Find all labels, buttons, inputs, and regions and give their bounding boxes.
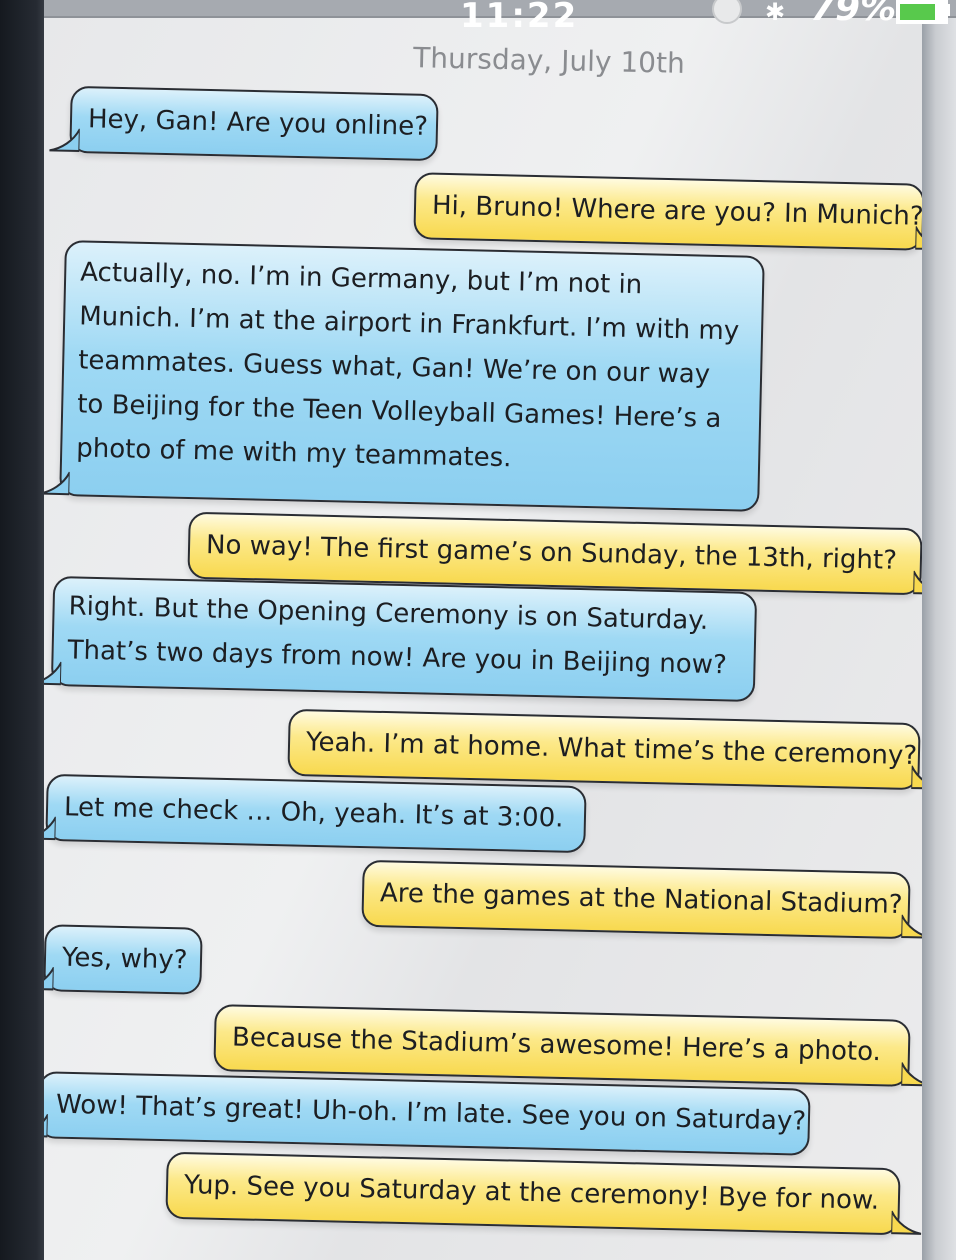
message-text: Are the games at the National Stadium? <box>379 878 903 921</box>
bubble-tail <box>891 1209 922 1236</box>
bluetooth-icon: ✱ <box>765 0 786 26</box>
message-text: Yes, why? <box>61 942 188 976</box>
message-bubble-incoming[interactable]: Hey, Gan! Are you online? <box>49 85 439 162</box>
conversation-date: Thursday, July 10th <box>412 41 686 80</box>
message-text: Hey, Gan! Are you online? <box>87 104 429 142</box>
phone-bezel-left <box>0 0 46 1260</box>
bubble-tail <box>44 814 56 841</box>
battery-level-fill <box>900 4 935 20</box>
message-text: Actually, no. I’m in Germany, but I’m no… <box>75 257 740 474</box>
battery-icon <box>896 0 948 24</box>
message-text: No way! The first game’s on Sunday, the … <box>205 530 898 576</box>
message-text: Yeah. I’m at home. What time’s the cerem… <box>305 727 918 772</box>
battery-tip <box>944 4 950 16</box>
phone-bezel-right <box>922 0 956 1260</box>
messages-screen: Thursday, July 10th Hey, Gan! Are you on… <box>44 0 924 1260</box>
bubble-tail <box>44 965 54 992</box>
battery-percent: 79% <box>810 0 897 29</box>
message-text: Hi, Bruno! Where are you? In Munich? <box>431 190 924 232</box>
message-bubble-incoming[interactable]: Wow! That’s great! Uh-oh. I’m late. See … <box>44 1071 811 1156</box>
message-text: Right. But the Opening Ceremony is on Sa… <box>67 591 728 681</box>
message-bubble-incoming[interactable]: Actually, no. I’m in Germany, but I’m no… <box>44 240 765 512</box>
message-bubble-incoming[interactable]: Let me check … Oh, yeah. It’s at 3:00. <box>44 773 587 854</box>
message-bubble-outgoing[interactable]: Hi, Bruno! Where are you? In Munich? <box>413 172 924 251</box>
bubble-tail <box>44 470 70 497</box>
message-text: Because the Stadium’s awesome! Here’s a … <box>231 1022 882 1068</box>
bubble-tail <box>901 913 924 940</box>
message-bubble-outgoing[interactable]: Yeah. I’m at home. What time’s the cerem… <box>287 708 924 791</box>
message-bubble-outgoing[interactable]: Are the games at the National Stadium? <box>361 859 924 940</box>
message-text: Wow! That’s great! Uh-oh. I’m late. See … <box>55 1089 807 1137</box>
bubble-tail <box>44 1112 48 1139</box>
message-bubble-outgoing[interactable]: Yup. See you Saturday at the ceremony! B… <box>165 1151 922 1236</box>
message-bubble-incoming[interactable]: Yes, why? <box>44 924 203 995</box>
status-time: 11:22 <box>460 0 579 36</box>
bubble-tail <box>49 126 80 153</box>
message-text: Let me check … Oh, yeah. It’s at 3:00. <box>63 792 564 834</box>
bubble-tail <box>44 660 62 687</box>
message-bubble-incoming[interactable]: Right. But the Opening Ceremony is on Sa… <box>44 576 758 702</box>
message-bubble-outgoing[interactable]: Because the Stadium’s awesome! Here’s a … <box>213 1004 924 1087</box>
message-text: Yup. See you Saturday at the ceremony! B… <box>183 1170 880 1216</box>
bubble-tail <box>901 1061 924 1088</box>
